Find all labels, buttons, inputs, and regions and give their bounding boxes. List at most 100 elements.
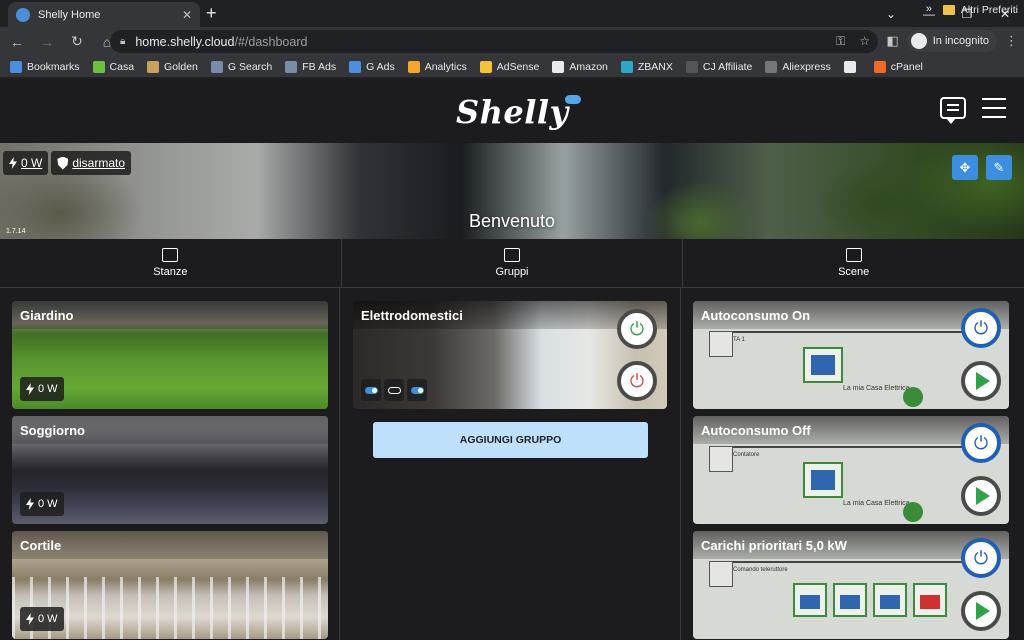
tab-gruppi[interactable]: Gruppi bbox=[342, 239, 684, 287]
scene-image-comando: Comando teleruttore bbox=[733, 567, 788, 573]
power-icon: ⏻ bbox=[973, 547, 989, 568]
toggle-mixed-icon bbox=[387, 386, 401, 394]
scene-run-button[interactable] bbox=[961, 476, 1001, 516]
device-toggle[interactable] bbox=[361, 379, 381, 401]
bolt-icon bbox=[26, 613, 34, 625]
tab-search-icon[interactable]: ⌄ bbox=[872, 0, 910, 27]
group-power-on-button[interactable]: ⏻ bbox=[617, 309, 657, 349]
bookmark-label: Bookmarks bbox=[27, 60, 80, 73]
groups-column: Elettrodomestici ⏻ ⏻ AGGIUNGI GRUPPO bbox=[341, 288, 681, 640]
forward-button[interactable]: → bbox=[34, 29, 60, 55]
bookmark-label: cPanel bbox=[890, 60, 923, 73]
bookmark-item[interactable]: Amazon bbox=[552, 60, 608, 73]
logo-text: Shelly bbox=[456, 93, 569, 131]
category-tabs: Stanze Gruppi Scene bbox=[0, 239, 1024, 288]
lock-icon[interactable]: 🔒︎ bbox=[120, 36, 125, 47]
room-power-pill: 0 W bbox=[20, 607, 64, 631]
scene-run-button[interactable] bbox=[961, 591, 1001, 631]
hamburger-menu-icon[interactable] bbox=[982, 98, 1006, 118]
bookmark-label: Aliexpress bbox=[782, 60, 831, 73]
scene-power-button[interactable]: ⏻ bbox=[961, 538, 1001, 578]
bookmarks-overflow-button[interactable]: » bbox=[926, 3, 932, 15]
shelly-logo[interactable]: Shelly bbox=[456, 93, 581, 131]
tab-title: Shelly Home bbox=[38, 8, 101, 21]
bookmark-item[interactable]: Bookmarks bbox=[10, 60, 80, 73]
group-icon bbox=[504, 248, 520, 262]
menu-kebab-icon[interactable]: ⋮ bbox=[1005, 33, 1018, 49]
close-tab-icon[interactable]: ✕ bbox=[182, 8, 192, 22]
bookmark-item[interactable]: Golden bbox=[147, 60, 198, 73]
bookmark-label: Amazon bbox=[569, 60, 608, 73]
power-icon: ⏻ bbox=[973, 432, 989, 453]
bookmark-item[interactable]: Analytics bbox=[407, 60, 467, 73]
bookmark-item[interactable]: cPanel bbox=[873, 60, 923, 73]
room-card-giardino[interactable]: Giardino 0 W bbox=[12, 301, 328, 409]
add-group-button[interactable]: AGGIUNGI GRUPPO bbox=[373, 422, 648, 458]
scene-card-autoconsumo-on[interactable]: TA 1 La mia Casa Elettrica Autoconsumo O… bbox=[693, 301, 1009, 409]
move-arrows-icon[interactable]: ✥ bbox=[952, 155, 978, 180]
key-icon[interactable]: ⚿ bbox=[836, 34, 845, 49]
bookmark-item[interactable]: CJ Affiliate bbox=[685, 60, 752, 73]
room-power-pill: 0 W bbox=[20, 377, 64, 401]
bookmark-star-icon[interactable]: ☆ bbox=[859, 34, 870, 49]
scene-image-caption: La mia Casa Elettrica bbox=[843, 500, 910, 507]
device-toggle[interactable] bbox=[384, 379, 404, 401]
shield-icon bbox=[57, 156, 69, 170]
address-bar[interactable]: 🔒︎ home.shelly.cloud/#/dashboard ⚿ ☆ bbox=[110, 30, 878, 53]
bookmark-item[interactable]: G Ads bbox=[349, 60, 395, 73]
group-card-elettrodomestici[interactable]: Elettrodomestici ⏻ ⏻ bbox=[353, 301, 667, 409]
new-tab-button[interactable]: + bbox=[206, 3, 217, 24]
bookmarks-folder-altri[interactable]: Altri Preferiti bbox=[942, 4, 1018, 16]
security-pill[interactable]: disarmato bbox=[51, 151, 132, 175]
google-icon bbox=[843, 60, 856, 73]
cloud-icon bbox=[564, 95, 581, 104]
scene-power-button[interactable]: ⏻ bbox=[961, 423, 1001, 463]
total-power-pill[interactable]: 0 W bbox=[3, 151, 49, 175]
bookmark-item[interactable]: ZBANX bbox=[620, 60, 673, 73]
back-button[interactable]: ← bbox=[4, 29, 30, 55]
app-header: Shelly bbox=[0, 79, 1024, 143]
total-power-value: 0 W bbox=[21, 156, 43, 170]
incognito-badge[interactable]: In incognito bbox=[906, 30, 997, 52]
side-panel-icon[interactable]: ◧ bbox=[886, 33, 898, 49]
bookmark-label: Golden bbox=[164, 60, 198, 73]
browser-tab[interactable]: Shelly Home ✕ bbox=[8, 2, 200, 27]
bookmark-item[interactable]: Casa bbox=[92, 60, 134, 73]
room-name: Giardino bbox=[12, 301, 328, 329]
tab-scene[interactable]: Scene bbox=[683, 239, 1024, 287]
recycle-icon bbox=[903, 502, 923, 522]
bookmark-item[interactable] bbox=[843, 60, 861, 73]
scene-card-autoconsumo-off[interactable]: Contatore La mia Casa Elettrica Autocons… bbox=[693, 416, 1009, 524]
incognito-icon bbox=[910, 33, 927, 49]
scene-image-contatore: Contatore bbox=[733, 452, 760, 458]
room-card-cortile[interactable]: Cortile 0 W bbox=[12, 531, 328, 639]
bookmark-item[interactable]: Aliexpress bbox=[765, 60, 831, 73]
edit-icon[interactable]: ✎ bbox=[986, 155, 1012, 180]
url-text: home.shelly.cloud/#/dashboard bbox=[135, 35, 307, 49]
tab-stanze[interactable]: Stanze bbox=[0, 239, 342, 287]
bookmark-label: FB Ads bbox=[302, 60, 337, 73]
search-console-icon bbox=[210, 60, 223, 73]
messages-icon[interactable] bbox=[940, 97, 966, 124]
scene-card-carichi-prioritari[interactable]: Comando teleruttore Carichi prioritari 5… bbox=[693, 531, 1009, 639]
scene-run-button[interactable] bbox=[961, 361, 1001, 401]
url-host: home.shelly.cloud bbox=[135, 34, 235, 49]
room-card-soggiorno[interactable]: Soggiorno 0 W bbox=[12, 416, 328, 524]
bookmark-item[interactable]: AdSense bbox=[479, 60, 539, 73]
zbanx-icon bbox=[620, 60, 633, 73]
device-toggle[interactable] bbox=[407, 379, 427, 401]
room-name: Cortile bbox=[12, 531, 328, 559]
group-power-off-button[interactable]: ⏻ bbox=[617, 361, 657, 401]
reload-button[interactable]: ↻ bbox=[64, 29, 90, 55]
bolt-icon bbox=[26, 383, 34, 395]
star-icon bbox=[10, 60, 22, 73]
toggle-on-icon bbox=[410, 386, 424, 394]
power-icon: ⏻ bbox=[973, 317, 989, 338]
toggle-on-icon bbox=[364, 386, 378, 394]
power-icon: ⏻ bbox=[629, 370, 645, 391]
bookmark-item[interactable]: G Search bbox=[210, 60, 272, 73]
scene-power-button[interactable]: ⏻ bbox=[961, 308, 1001, 348]
bookmarks-folder-label: Altri Preferiti bbox=[960, 4, 1018, 16]
amazon-icon bbox=[552, 60, 565, 73]
bookmark-item[interactable]: FB Ads bbox=[285, 60, 337, 73]
